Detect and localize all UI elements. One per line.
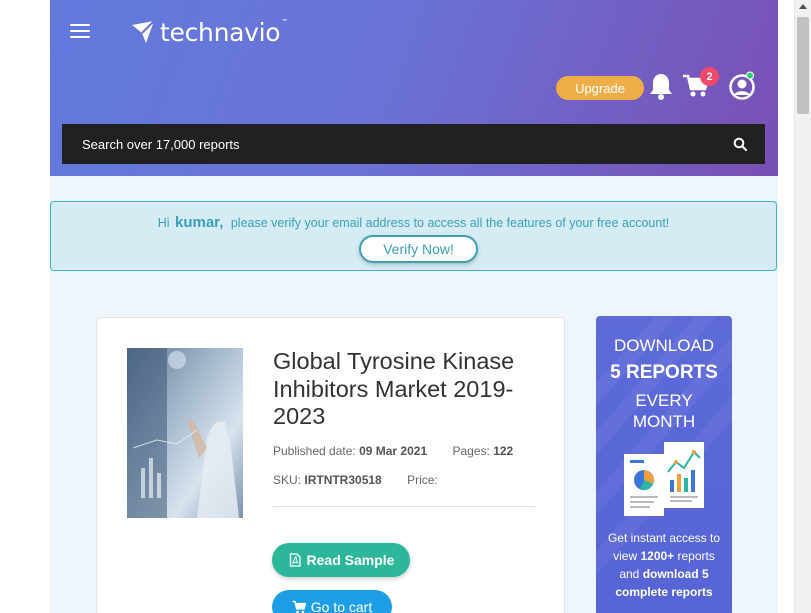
cart-button-icon: [292, 600, 306, 613]
search-bar: [62, 124, 765, 164]
published-value: 09 Mar 2021: [359, 444, 428, 458]
scroll-up-arrow-icon[interactable]: [799, 4, 807, 9]
promo-line-3: EVERY MONTH: [596, 390, 732, 432]
promo-line-2: 5 REPORTS: [610, 362, 718, 383]
verify-message: Hi kumar, please verify your email addre…: [51, 214, 776, 231]
verify-button-wrap: Verify Now!: [359, 235, 478, 263]
download-promo-panel[interactable]: DOWNLOAD 5 REPORTS EVERY MONTH Get insta…: [596, 316, 732, 613]
page: technavio ™ Upgrade 2 Search over 17,000…: [50, 0, 778, 613]
go-to-cart-button[interactable]: Go to cart: [272, 590, 392, 613]
published-row: Published date: 09 Mar 2021 Pages: 122: [273, 444, 513, 458]
cart-count-badge: 2: [700, 67, 719, 86]
price-label: Price:: [407, 473, 438, 487]
report-thumbnail[interactable]: [127, 348, 243, 518]
upgrade-button[interactable]: Upgrade: [556, 76, 644, 100]
sku-value: IRTNTR30518: [304, 473, 382, 487]
menu-icon[interactable]: [70, 24, 90, 38]
user-icon[interactable]: [728, 71, 756, 101]
report-card: Global Tyrosine Kinase Inhibitors Market…: [96, 317, 565, 613]
promo-line-1: DOWNLOAD: [613, 336, 715, 355]
read-sample-label: Read Sample: [306, 552, 395, 568]
promo-body: Get instant access to view 1200+ reports…: [604, 529, 724, 601]
card-divider: [273, 506, 535, 507]
bell-icon[interactable]: [648, 72, 674, 100]
vertical-scrollbar[interactable]: [794, 0, 811, 613]
search-icon[interactable]: [733, 137, 747, 151]
promo-body-2: 1200+: [640, 549, 675, 563]
promo-line-3a: EVERY: [635, 391, 693, 410]
logo-trademark: ™: [281, 18, 289, 26]
site-header: technavio ™ Upgrade 2: [50, 0, 778, 176]
sku-label: SKU:: [273, 473, 302, 487]
verify-user-name: kumar,: [175, 214, 224, 231]
logo[interactable]: technavio ™: [130, 16, 288, 48]
pages-value: 122: [493, 444, 514, 458]
published-label: Published date:: [273, 444, 356, 458]
read-sample-button[interactable]: Read Sample: [272, 543, 410, 577]
search-input[interactable]: [62, 124, 702, 164]
report-title: Global Tyrosine Kinase Inhibitors Market…: [273, 348, 515, 429]
verify-greeting: Hi: [157, 216, 170, 230]
logo-text: technavio: [160, 17, 281, 47]
go-to-cart-label: Go to cart: [310, 599, 373, 613]
scrollbar-thumb[interactable]: [797, 17, 809, 114]
verify-text: please verify your email address to acce…: [230, 216, 670, 230]
verify-now-button[interactable]: Verify Now!: [359, 235, 478, 263]
promo-line-3b: MONTH: [632, 412, 696, 431]
reports-illustration-icon: [624, 442, 704, 516]
sku-row: SKU: IRTNTR30518 Price:: [273, 473, 438, 487]
logo-icon: [132, 20, 155, 43]
pdf-icon: [289, 553, 301, 567]
pages-label: Pages:: [452, 444, 490, 458]
